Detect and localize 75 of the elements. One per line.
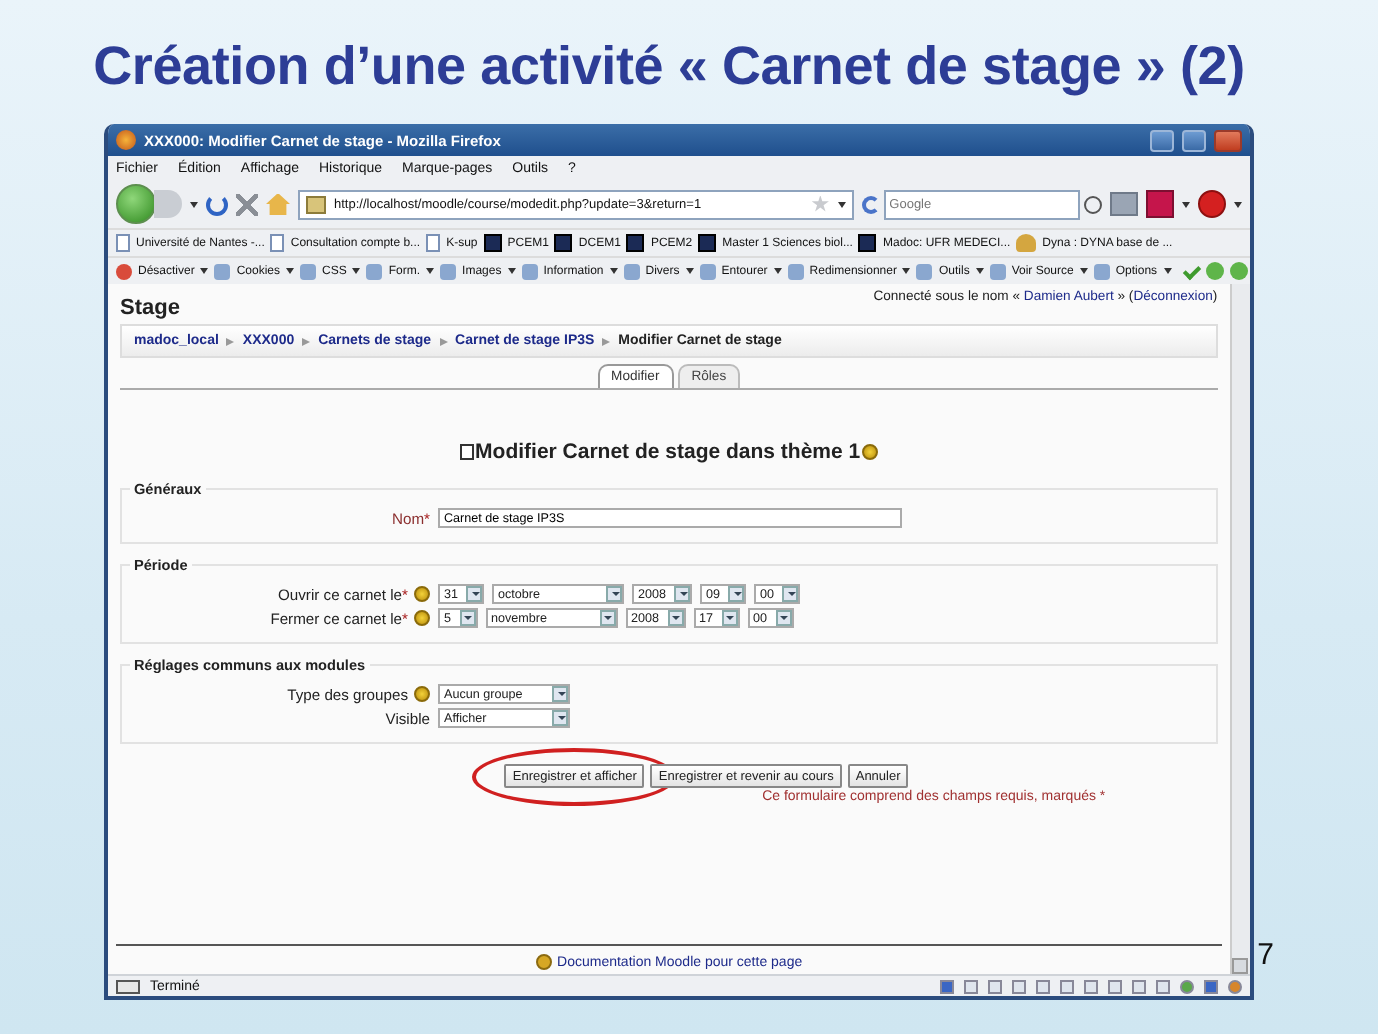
stop-icon[interactable] <box>236 193 258 215</box>
site-icon <box>306 195 326 213</box>
breadcrumb-separator-icon <box>226 337 235 345</box>
toolbar-icon <box>916 263 933 279</box>
dropdown-caret-icon <box>975 268 984 274</box>
status-bar-icon <box>116 979 140 993</box>
site-icon <box>554 234 573 252</box>
toolbar-icon <box>623 263 640 279</box>
dropdown-caret-icon <box>773 268 782 274</box>
status-bar-icon[interactable] <box>939 979 954 993</box>
dropdown-caret-icon <box>352 268 361 274</box>
dropdown-caret-icon <box>609 268 618 274</box>
page-icon <box>270 234 285 252</box>
toolbar-icon <box>116 263 132 279</box>
browser-icon <box>116 130 136 150</box>
site-icon <box>483 234 502 252</box>
toolbar-icon <box>787 263 804 279</box>
breadcrumb-separator-icon <box>302 337 311 345</box>
status-bar-icon[interactable] <box>1203 979 1218 993</box>
page-number: 7 <box>1257 938 1274 972</box>
toolbar-icon <box>521 263 538 279</box>
status-bar-icon[interactable] <box>1107 979 1122 993</box>
dropdown-caret-icon <box>200 268 209 274</box>
search-icon[interactable] <box>1083 195 1102 213</box>
page-icon <box>426 234 441 252</box>
status-bar-icon[interactable] <box>1131 979 1146 993</box>
document-icon <box>459 444 474 460</box>
toolbar-icon <box>1093 263 1110 279</box>
toolbar-icon <box>699 263 716 279</box>
status-bar-icon[interactable] <box>1035 979 1050 993</box>
toolbar-icon <box>989 263 1006 279</box>
form-heading: Modifier Carnet de stage dans thème 1 <box>475 440 861 464</box>
status-bar-icon[interactable] <box>1179 979 1194 993</box>
reload-icon[interactable] <box>206 193 228 215</box>
page-icon <box>116 234 130 252</box>
status-bar-icon[interactable] <box>1083 979 1098 993</box>
site-icon <box>698 234 717 252</box>
dropdown-caret-icon[interactable] <box>190 201 198 207</box>
info-icon <box>535 954 552 970</box>
status-bar-icon[interactable] <box>987 979 1002 993</box>
dropdown-caret-icon <box>507 268 516 274</box>
site-icon <box>858 234 877 252</box>
dropdown-caret-icon[interactable] <box>1233 201 1242 207</box>
status-bar-icon[interactable] <box>1227 979 1242 993</box>
toolbar-icon <box>214 263 231 279</box>
close-icon[interactable] <box>1213 129 1242 151</box>
dropdown-caret-icon <box>902 268 911 274</box>
site-icon <box>626 234 645 252</box>
back-button-icon[interactable] <box>116 184 156 224</box>
dropdown-caret-icon[interactable] <box>837 201 846 207</box>
minimize-icon[interactable] <box>1149 129 1174 151</box>
status-bar-icon[interactable] <box>1011 979 1026 993</box>
breadcrumb-separator-icon <box>439 337 448 345</box>
dropdown-caret-icon <box>685 268 694 274</box>
help-icon[interactable] <box>414 686 430 702</box>
status-bar-icon[interactable] <box>963 979 978 993</box>
toolbar-icon <box>440 263 457 279</box>
status-bar-icon[interactable] <box>1059 979 1074 993</box>
status-bar-icon[interactable] <box>1155 979 1170 993</box>
home-icon[interactable] <box>266 193 290 215</box>
checkmark-icon <box>1181 261 1201 281</box>
dropdown-caret-icon <box>286 268 295 274</box>
slide-title: Création d’une activité « Carnet de stage » (2) <box>91 36 1247 98</box>
dropdown-caret-icon <box>1163 268 1172 274</box>
maximize-icon[interactable] <box>1181 129 1206 151</box>
scrollbar[interactable] <box>1229 284 1250 974</box>
search-engine-icon <box>861 195 880 213</box>
help-icon[interactable] <box>862 444 879 460</box>
dropdown-caret-icon[interactable] <box>1181 201 1190 207</box>
site-name: Stage <box>120 296 180 320</box>
dropdown-caret-icon <box>426 268 435 274</box>
toolbar-icon <box>300 263 317 279</box>
toolbar-icon <box>366 263 383 279</box>
dropdown-caret-icon <box>1079 268 1088 274</box>
breadcrumb-separator-icon <box>602 337 611 345</box>
